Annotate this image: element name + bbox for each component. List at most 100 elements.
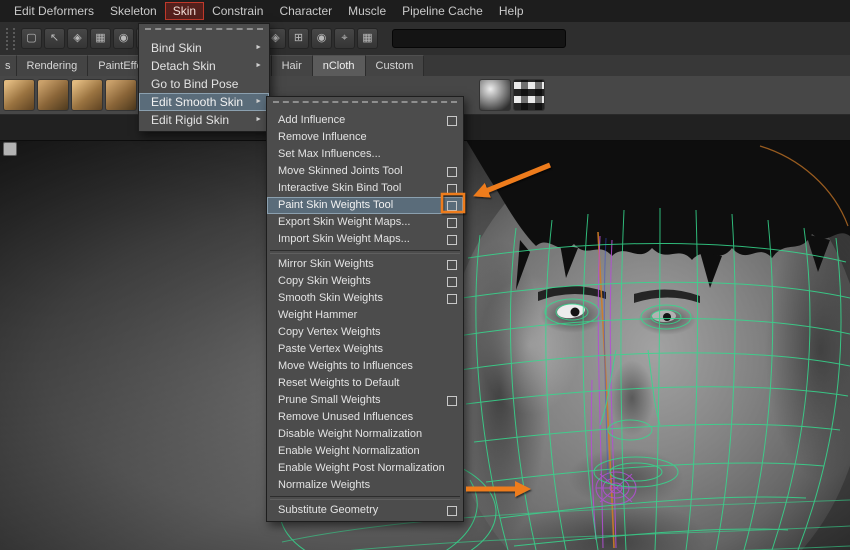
maya-window: Edit Deformers Skeleton Skin Constrain C… bbox=[0, 0, 850, 550]
option-box-icon[interactable] bbox=[447, 277, 457, 287]
snap-icon[interactable]: ▦ bbox=[357, 28, 378, 49]
menu-item-label: Edit Smooth Skin bbox=[151, 95, 244, 109]
menu-item-add-influence[interactable]: Add Influence bbox=[267, 112, 463, 129]
status-line: ▢ ↖ ◈ ▦ ◉ ⊕ ▣ ◎ ◈ ⊞ ◉ ⌖ ▦ bbox=[0, 22, 850, 56]
menu-item-label: Reset Weights to Default bbox=[278, 377, 400, 389]
menu-item-normalize-weights[interactable]: Normalize Weights bbox=[267, 477, 463, 494]
checker-texture-icon[interactable] bbox=[513, 79, 545, 111]
menu-item-import-skin-weight-maps[interactable]: Import Skin Weight Maps... bbox=[267, 231, 463, 248]
menu-item-move-skinned-joints-tool[interactable]: Move Skinned Joints Tool bbox=[267, 163, 463, 180]
menu-item-label: Paint Skin Weights Tool bbox=[278, 199, 394, 211]
option-box-icon[interactable] bbox=[447, 116, 457, 126]
snap-icon[interactable]: ◉ bbox=[311, 28, 332, 49]
menu-item-label: Prune Small Weights bbox=[278, 394, 381, 406]
status-line-icon[interactable]: ▦ bbox=[90, 28, 111, 49]
option-box-icon[interactable] bbox=[447, 260, 457, 270]
shelf-tab-hair[interactable]: Hair bbox=[271, 55, 313, 76]
shelf-tab-custom[interactable]: Custom bbox=[365, 55, 425, 76]
menu-item-label: Disable Weight Normalization bbox=[278, 428, 423, 440]
menu-item-label: Copy Skin Weights bbox=[278, 275, 371, 287]
menu-item-interactive-skin-bind-tool[interactable]: Interactive Skin Bind Tool bbox=[267, 180, 463, 197]
edit-smooth-skin-submenu: Add Influence Remove Influence Set Max I… bbox=[266, 96, 464, 522]
status-line-grip[interactable] bbox=[6, 27, 15, 50]
menu-pipeline-cache[interactable]: Pipeline Cache bbox=[394, 2, 491, 20]
menu-item-remove-unused-influences[interactable]: Remove Unused Influences bbox=[267, 409, 463, 426]
tearoff-handle[interactable] bbox=[145, 28, 263, 35]
sphere-shelf-icon[interactable] bbox=[479, 79, 511, 111]
shelf-item-icon[interactable] bbox=[105, 79, 137, 111]
menu-edit-deformers[interactable]: Edit Deformers bbox=[6, 2, 102, 20]
option-box-icon[interactable] bbox=[447, 184, 457, 194]
menu-item-edit-rigid-skin[interactable]: Edit Rigid Skin ► bbox=[139, 111, 269, 129]
menu-item-set-max-influences[interactable]: Set Max Influences... bbox=[267, 146, 463, 163]
option-box-icon[interactable] bbox=[447, 396, 457, 406]
shelf-item-icon[interactable] bbox=[71, 79, 103, 111]
menu-item-substitute-geometry[interactable]: Substitute Geometry bbox=[267, 502, 463, 519]
menu-item-label: Set Max Influences... bbox=[278, 148, 381, 160]
shelf-item-icon[interactable] bbox=[3, 79, 35, 111]
menu-item-label: Paste Vertex Weights bbox=[278, 343, 383, 355]
snap-icon[interactable]: ⌖ bbox=[334, 28, 355, 49]
menu-item-enable-weight-post-normalization[interactable]: Enable Weight Post Normalization bbox=[267, 460, 463, 477]
submenu-arrow-icon: ► bbox=[255, 116, 262, 123]
shelf-item-icon[interactable] bbox=[37, 79, 69, 111]
skin-menu-dropdown: Bind Skin ► Detach Skin ► Go to Bind Pos… bbox=[138, 23, 270, 132]
menu-item-remove-influence[interactable]: Remove Influence bbox=[267, 129, 463, 146]
option-box-icon[interactable] bbox=[447, 506, 457, 516]
menu-item-label: Interactive Skin Bind Tool bbox=[278, 182, 402, 194]
status-line-icon[interactable]: ▢ bbox=[21, 28, 42, 49]
numeric-input-field[interactable] bbox=[392, 29, 566, 48]
menu-separator bbox=[270, 496, 460, 500]
menu-item-go-to-bind-pose[interactable]: Go to Bind Pose bbox=[139, 75, 269, 93]
menu-item-label: Substitute Geometry bbox=[278, 504, 379, 516]
panel-menu-icon[interactable] bbox=[3, 142, 17, 156]
menu-item-smooth-skin-weights[interactable]: Smooth Skin Weights bbox=[267, 290, 463, 307]
menu-item-label: Detach Skin bbox=[151, 59, 216, 73]
menu-muscle[interactable]: Muscle bbox=[340, 2, 394, 20]
status-line-icon[interactable]: ◉ bbox=[113, 28, 134, 49]
menu-item-mirror-skin-weights[interactable]: Mirror Skin Weights bbox=[267, 256, 463, 273]
menu-item-weight-hammer[interactable]: Weight Hammer bbox=[267, 307, 463, 324]
submenu-arrow-icon: ► bbox=[255, 98, 262, 105]
menu-item-prune-small-weights[interactable]: Prune Small Weights bbox=[267, 392, 463, 409]
menu-item-label: Move Weights to Influences bbox=[278, 360, 413, 372]
option-box-icon[interactable] bbox=[447, 201, 457, 211]
status-line-icon[interactable]: ◈ bbox=[67, 28, 88, 49]
option-box-icon[interactable] bbox=[447, 235, 457, 245]
menu-item-label: Enable Weight Post Normalization bbox=[278, 462, 445, 474]
menu-item-paint-skin-weights-tool[interactable]: Paint Skin Weights Tool bbox=[267, 197, 463, 214]
menu-item-copy-vertex-weights[interactable]: Copy Vertex Weights bbox=[267, 324, 463, 341]
menu-skeleton[interactable]: Skeleton bbox=[102, 2, 165, 20]
menu-character[interactable]: Character bbox=[271, 2, 340, 20]
menu-item-reset-weights-to-default[interactable]: Reset Weights to Default bbox=[267, 375, 463, 392]
menu-item-label: Weight Hammer bbox=[278, 309, 358, 321]
menu-item-export-skin-weight-maps[interactable]: Export Skin Weight Maps... bbox=[267, 214, 463, 231]
shelf-tab-ncloth[interactable]: nCloth bbox=[312, 55, 366, 76]
menu-item-move-weights-to-influences[interactable]: Move Weights to Influences bbox=[267, 358, 463, 375]
option-box-icon[interactable] bbox=[447, 218, 457, 228]
option-box-icon[interactable] bbox=[447, 167, 457, 177]
menu-item-edit-smooth-skin[interactable]: Edit Smooth Skin ► bbox=[139, 93, 269, 111]
menu-item-label: Enable Weight Normalization bbox=[278, 445, 420, 457]
menu-item-label: Export Skin Weight Maps... bbox=[278, 216, 411, 228]
menu-item-label: Add Influence bbox=[278, 114, 346, 126]
menu-help[interactable]: Help bbox=[491, 2, 532, 20]
menu-constrain[interactable]: Constrain bbox=[204, 2, 271, 20]
status-line-icon[interactable]: ↖ bbox=[44, 28, 65, 49]
menu-item-enable-weight-normalization[interactable]: Enable Weight Normalization bbox=[267, 443, 463, 460]
menu-item-paste-vertex-weights[interactable]: Paste Vertex Weights bbox=[267, 341, 463, 358]
shelf-tab-rendering[interactable]: Rendering bbox=[16, 55, 89, 76]
shelf-tab-bar: s Rendering PaintEffe Fluids Fur Hair nC… bbox=[0, 55, 850, 76]
menu-item-label: Smooth Skin Weights bbox=[278, 292, 383, 304]
menu-item-copy-skin-weights[interactable]: Copy Skin Weights bbox=[267, 273, 463, 290]
snap-icon[interactable]: ⊞ bbox=[288, 28, 309, 49]
menu-item-label: Normalize Weights bbox=[278, 479, 371, 491]
shelf-tab-partial[interactable]: s bbox=[0, 55, 17, 76]
menu-item-detach-skin[interactable]: Detach Skin ► bbox=[139, 57, 269, 75]
menu-item-disable-weight-normalization[interactable]: Disable Weight Normalization bbox=[267, 426, 463, 443]
menu-item-label: Import Skin Weight Maps... bbox=[278, 233, 410, 245]
menu-skin[interactable]: Skin bbox=[164, 2, 205, 20]
menu-item-bind-skin[interactable]: Bind Skin ► bbox=[139, 39, 269, 57]
tearoff-handle[interactable] bbox=[273, 101, 457, 108]
option-box-icon[interactable] bbox=[447, 294, 457, 304]
